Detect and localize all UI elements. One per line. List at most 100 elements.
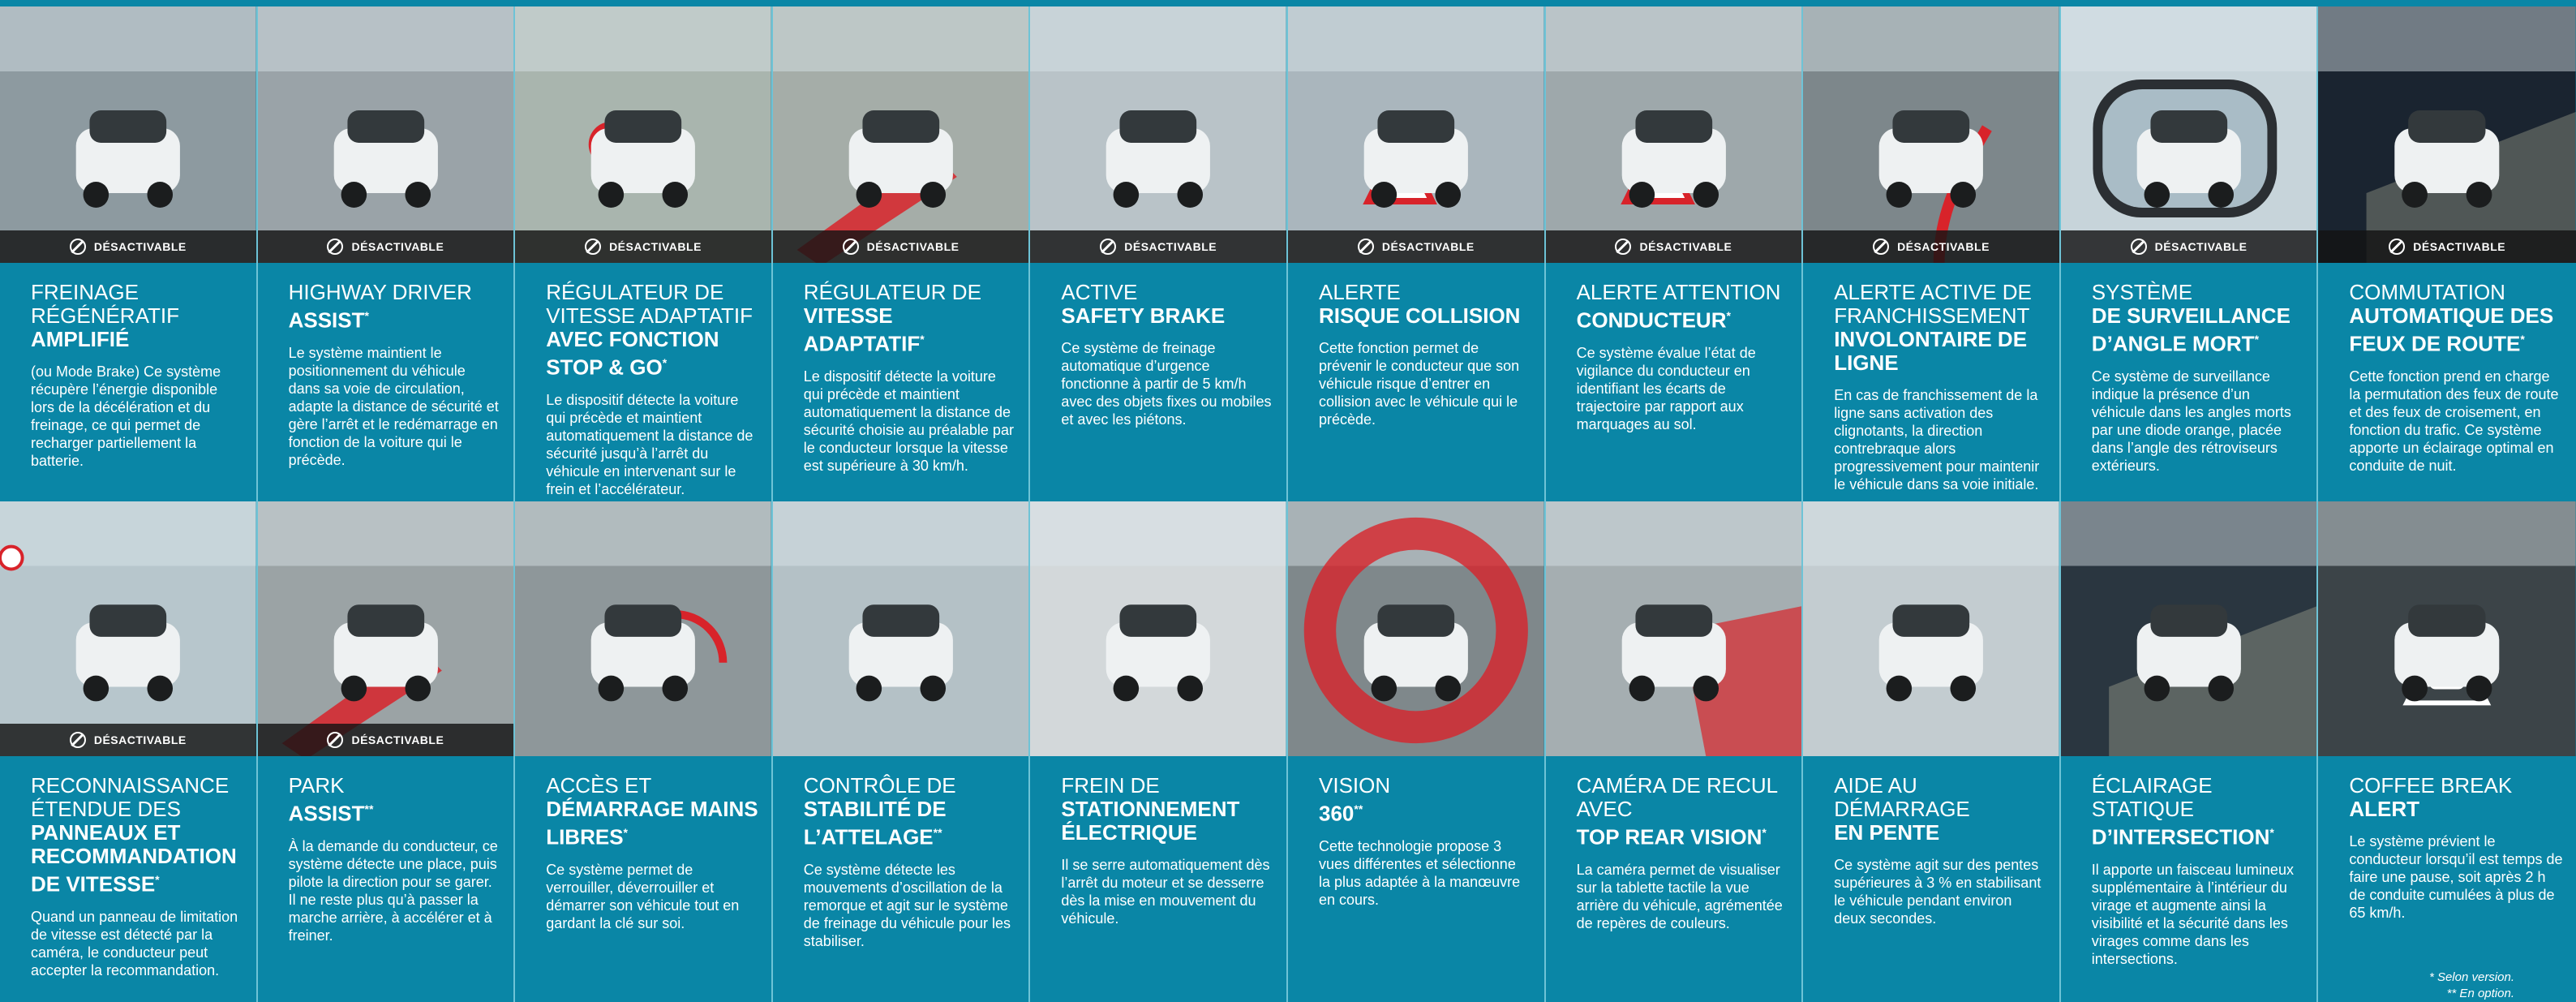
feature-title: ALERTE ATTENTION CONDUCTEUR* — [1577, 281, 1789, 333]
feature-title-bold: DÉMARRAGE MAINS LIBRES* — [546, 797, 758, 849]
deactivatable-badge: DÉSACTIVABLE — [257, 724, 514, 756]
feature-image: DÉSACTIVABLE — [0, 6, 256, 263]
feature-title-bold: 360** — [1319, 801, 1363, 826]
prohibited-icon — [1615, 239, 1632, 255]
feature-title-light: FREINAGE RÉGÉNÉRATIF — [31, 280, 179, 328]
prohibited-icon — [2389, 239, 2406, 255]
feature-description: Ce système évalue l’état de vigilance du… — [1576, 344, 1756, 432]
feature-title: VISION 360** — [1319, 774, 1531, 826]
feature-title-bold: D’INTERSECTION* — [2091, 824, 2274, 849]
feature-image: DÉSACTIVABLE — [515, 6, 771, 263]
footnote-marker: * — [364, 309, 369, 322]
feature-title-light: RECONNAISSANCE ÉTENDUE DES — [31, 773, 230, 821]
badge-label: DÉSACTIVABLE — [351, 240, 444, 253]
feature-description: En cas de franchissement de la ligne san… — [1834, 387, 2040, 492]
feature-card: FREIN DE STATIONNEMENT ÉLECTRIQUE Il se se… — [1030, 501, 1288, 1002]
feature-description: À la demande du conducteur, ce système d… — [288, 837, 498, 944]
feature-title-light: AIDE AU DÉMARRAGE — [1834, 773, 1970, 821]
feature-title-light: ACTIVE — [1061, 280, 1138, 304]
feature-description: Cette fonction permet de prévenir le con… — [1319, 340, 1520, 428]
feature-text: SYSTÈME DE SURVEILLANCE D’ANGLE MORT* Ce s… — [2092, 281, 2304, 475]
feature-image — [515, 501, 771, 756]
feature-text: CONTRÔLE DE STABILITÉ DE L’ATTELAGE** Ce s… — [804, 774, 1016, 950]
feature-title: RÉGULATEUR DE VITESSE ADAPTATIF* — [804, 281, 1016, 356]
feature-title-bold: INVOLONTAIRE DE LIGNE — [1834, 327, 2028, 375]
badge-label: DÉSACTIVABLE — [93, 240, 187, 253]
feature-image — [2318, 501, 2576, 756]
prohibited-icon — [842, 239, 859, 255]
feature-description: Le dispositif détecte la voiture qui pré… — [546, 391, 753, 497]
footnote-marker: * — [920, 333, 925, 346]
badge-label: DÉSACTIVABLE — [1639, 240, 1732, 253]
footnote-marker: * — [155, 873, 160, 886]
feature-description: Quand un panneau de limitation de vitess… — [31, 908, 238, 978]
feature-title-light: COMMUTATION — [2349, 280, 2505, 304]
footnote-marker: * — [2254, 333, 2260, 346]
feature-title-light: HIGHWAY DRIVER — [288, 280, 472, 304]
feature-image: DÉSACTIVABLE — [257, 6, 514, 263]
footnote-marker: * — [1762, 826, 1767, 839]
feature-title-bold: PANNEAUX ET RECOMMANDATION DE VITESSE* — [31, 820, 237, 897]
feature-image — [1288, 501, 1544, 756]
feature-text: FREINAGE RÉGÉNÉRATIF AMPLIFIÉ (ou Mode Bra… — [31, 281, 243, 470]
feature-description: Ce système de surveillance indique la pr… — [2091, 368, 2291, 474]
feature-image — [1803, 501, 2059, 756]
feature-text: ALERTE ATTENTION CONDUCTEUR* Ce système év… — [1577, 281, 1789, 433]
feature-title-bold: ALERT — [2349, 797, 2420, 821]
feature-image: DÉSACTIVABLE — [2318, 6, 2576, 263]
feature-text: VISION 360** Cette technologie propose 3 v… — [1319, 774, 1531, 909]
feature-image: DÉSACTIVABLE — [257, 501, 514, 756]
feature-card: DÉSACTIVABLE ALERTE ATTENTION CONDUCTEUR* C… — [1545, 6, 1804, 501]
feature-description: Cette technologie propose 3 vues différe… — [1319, 837, 1521, 908]
feature-text: HIGHWAY DRIVER ASSIST* Le système maintien… — [289, 281, 501, 469]
footnote-marker: * — [2269, 826, 2274, 839]
prohibited-icon — [327, 239, 344, 255]
prohibited-icon — [1100, 239, 1117, 255]
footnote-en-option: ** En option. — [2446, 987, 2514, 1000]
badge-label: DÉSACTIVABLE — [351, 733, 444, 746]
footnote-marker: * — [1726, 309, 1731, 322]
prohibited-icon — [69, 239, 86, 255]
feature-image: DÉSACTIVABLE — [772, 6, 1029, 263]
feature-title-light: VISION — [1319, 773, 1391, 798]
feature-title-light: ACCÈS ET — [546, 773, 652, 798]
feature-card: DÉSACTIVABLE FREINAGE RÉGÉNÉRATIF AMPLIFIÉ… — [0, 6, 258, 501]
feature-title: CONTRÔLE DE STABILITÉ DE L’ATTELAGE** — [804, 774, 1016, 849]
feature-image: DÉSACTIVABLE — [1545, 6, 1802, 263]
feature-image: DÉSACTIVABLE — [1288, 6, 1544, 263]
feature-description: Ce système de freinage automatique d’urg… — [1061, 340, 1272, 428]
feature-description: La caméra permet de visualiser sur la ta… — [1576, 861, 1783, 931]
feature-title: RECONNAISSANCE ÉTENDUE DES PANNEAUX ET RE… — [31, 774, 243, 897]
deactivatable-badge: DÉSACTIVABLE — [2318, 230, 2576, 263]
feature-description: (ou Mode Brake) Ce système récupère l’én… — [31, 363, 221, 469]
feature-title: FREIN DE STATIONNEMENT ÉLECTRIQUE — [1061, 774, 1273, 845]
feature-card: DÉSACTIVABLE ALERTE ACTIVE DE FRANCHISSEM… — [1803, 6, 2061, 501]
feature-title-bold: ASSIST* — [288, 307, 369, 333]
feature-title: SYSTÈME DE SURVEILLANCE D’ANGLE MORT* — [2092, 281, 2304, 356]
deactivatable-badge: DÉSACTIVABLE — [1288, 230, 1544, 263]
feature-text: COMMUTATION AUTOMATIQUE DES FEUX DE ROUTE… — [2349, 281, 2563, 475]
feature-description: Cette fonction prend en charge la permut… — [2349, 368, 2559, 474]
feature-title-bold: AMPLIFIÉ — [31, 327, 130, 351]
feature-title-light: ALERTE ACTIVE DE FRANCHISSEMENT — [1834, 280, 2032, 328]
prohibited-icon — [585, 239, 602, 255]
feature-image — [1545, 501, 1802, 756]
badge-label: DÉSACTIVABLE — [866, 240, 960, 253]
deactivatable-badge: DÉSACTIVABLE — [515, 230, 771, 263]
feature-text: RÉGULATEUR DE VITESSE ADAPTATIF* Le dispos… — [804, 281, 1016, 475]
prohibited-icon — [2130, 239, 2147, 255]
feature-title-light: CONTRÔLE DE — [803, 773, 956, 798]
feature-text: RECONNAISSANCE ÉTENDUE DES PANNEAUX ET RE… — [31, 774, 243, 979]
feature-title: CAMÉRA DE RECUL AVEC TOP REAR VISION* — [1577, 774, 1789, 849]
feature-title: ACTIVE SAFETY BRAKE — [1061, 281, 1273, 328]
feature-title: PARK ASSIST** — [289, 774, 501, 826]
deactivatable-badge: DÉSACTIVABLE — [1030, 230, 1286, 263]
feature-image: DÉSACTIVABLE — [1030, 6, 1286, 263]
feature-title-bold: TOP REAR VISION* — [1576, 824, 1767, 849]
footnote-marker: * — [623, 826, 628, 839]
feature-text: FREIN DE STATIONNEMENT ÉLECTRIQUE Il se se… — [1061, 774, 1273, 927]
feature-card: DÉSACTIVABLE COMMUTATION AUTOMATIQUE DES F… — [2318, 6, 2576, 501]
deactivatable-badge: DÉSACTIVABLE — [257, 230, 514, 263]
footnote-marker: * — [662, 356, 668, 369]
footnote-selon-version: * Selon version. — [2428, 970, 2514, 984]
